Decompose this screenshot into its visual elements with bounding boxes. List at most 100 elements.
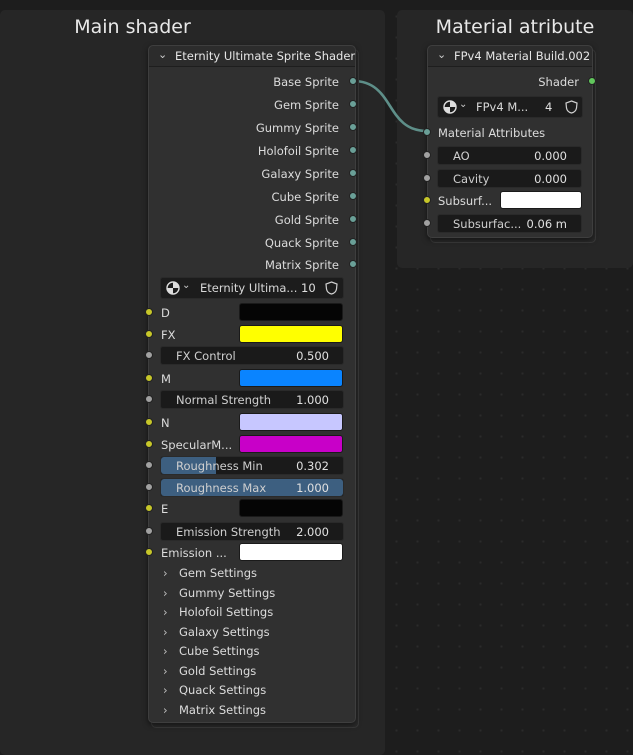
input-m-label: M [161,372,171,386]
socket-input-d[interactable] [145,308,153,316]
socket-input-material-attributes[interactable] [423,128,431,136]
group-user-count: 4 [545,100,553,114]
input-cavity-field[interactable]: Cavity 0.000 [437,169,582,188]
roughness-max-value: 1.000 [296,481,329,495]
node-tree-icon[interactable] [166,281,180,295]
panel-label: Holofoil Settings [179,605,274,619]
input-fx-control-field[interactable]: FX Control 0.500 [160,346,344,365]
node-tree-icon[interactable] [443,100,457,114]
chevron-right-icon: › [163,605,168,619]
panel-gold-settings[interactable]: › Gold Settings [163,664,256,678]
socket-input-m[interactable] [145,374,153,382]
socket-input-normal-strength[interactable] [145,395,153,403]
socket-input-emission-strength[interactable] [145,527,153,535]
input-roughness-max-slider[interactable]: Roughness Max 1.000 [160,478,344,497]
subsurface-radius-value: 0.06 m [526,217,567,231]
panel-gummy-settings[interactable]: › Gummy Settings [163,586,275,600]
socket-input-fx-control[interactable] [145,351,153,359]
panel-gem-settings[interactable]: › Gem Settings [163,566,257,580]
input-d-label: D [161,306,170,320]
panel-label: Cube Settings [179,644,260,658]
chevron-right-icon: › [163,683,168,697]
emission-strength-value: 2.000 [296,525,329,539]
input-roughness-min-slider[interactable]: Roughness Min 0.302 [160,456,344,475]
input-m-color[interactable] [239,369,343,387]
socket-output-gummy-sprite[interactable] [349,123,357,131]
collapse-chevron-icon[interactable]: ⌄ [158,48,167,61]
socket-input-ao[interactable] [423,151,431,159]
input-subsurface-color[interactable] [500,191,582,209]
panel-label: Gem Settings [179,566,258,580]
panel-matrix-settings[interactable]: › Matrix Settings [163,703,266,717]
chevron-right-icon: › [163,664,168,678]
panel-label: Quack Settings [179,683,267,697]
dropdown-chevron-icon[interactable]: ⌄ [459,99,467,110]
socket-output-holofoil-sprite[interactable] [349,146,357,154]
panel-holofoil-settings[interactable]: › Holofoil Settings [163,605,273,619]
node-header[interactable]: ⌄ Eternity Ultimate Sprite Shader [149,46,355,67]
node-fpv4-material-build[interactable]: ⌄ FPv4 Material Build.002 Shader ⌄ FPv4 … [427,45,593,238]
input-fx-label: FX [161,328,176,342]
node-group-selector[interactable]: ⌄ Eternity Ultima... 10 [160,277,344,299]
collapse-chevron-icon[interactable]: ⌄ [437,48,446,61]
node-eternity-shader[interactable]: ⌄ Eternity Ultimate Sprite Shader Base S… [148,45,356,723]
group-name[interactable]: Eternity Ultima... [200,281,297,295]
input-specular-color[interactable] [239,435,343,453]
panel-label: Galaxy Settings [179,625,270,639]
socket-input-roughness-max[interactable] [145,483,153,491]
panel-quack-settings[interactable]: › Quack Settings [163,683,266,697]
node-header[interactable]: ⌄ FPv4 Material Build.002 [428,46,592,67]
input-subsurface-radius-field[interactable]: Subsurfac... 0.06 m [437,214,582,233]
output-gold-sprite-label: Gold Sprite [274,213,339,227]
input-n-color[interactable] [239,413,343,431]
group-name[interactable]: FPv4 M... [476,100,528,114]
socket-input-fx[interactable] [145,330,153,338]
output-gem-sprite-label: Gem Sprite [274,98,339,112]
panel-cube-settings[interactable]: › Cube Settings [163,644,260,658]
input-d-color[interactable] [239,303,343,321]
fake-user-shield-icon[interactable] [325,281,338,295]
socket-input-e[interactable] [145,504,153,512]
chevron-right-icon: › [163,566,168,580]
cavity-label: Cavity [453,172,490,186]
socket-input-roughness-min[interactable] [145,461,153,469]
fx-control-label: FX Control [176,349,236,363]
chevron-right-icon: › [163,644,168,658]
input-specular-label: SpecularM... [161,438,233,452]
node-title: Eternity Ultimate Sprite Shader [175,49,356,63]
input-n-label: N [161,416,170,430]
fake-user-shield-icon[interactable] [565,100,578,114]
input-fx-color[interactable] [239,325,343,343]
input-e-color[interactable] [239,499,343,517]
input-emission-strength-field[interactable]: Emission Strength 2.000 [160,522,344,541]
socket-input-emission[interactable] [145,548,153,556]
input-normal-strength-field[interactable]: Normal Strength 1.000 [160,390,344,409]
ao-label: AO [453,149,470,163]
input-emission-label: Emission ... [161,546,227,560]
group-user-count: 10 [301,281,316,295]
socket-input-n[interactable] [145,418,153,426]
socket-output-gem-sprite[interactable] [349,100,357,108]
socket-output-matrix-sprite[interactable] [349,260,357,268]
socket-output-cube-sprite[interactable] [349,192,357,200]
node-title: FPv4 Material Build.002 [454,49,591,63]
socket-output-base-sprite[interactable] [349,77,357,85]
socket-input-cavity[interactable] [423,174,431,182]
node-group-selector[interactable]: ⌄ FPv4 M... 4 [437,96,583,118]
socket-input-subsurface-radius[interactable] [423,219,431,227]
input-emission-color[interactable] [239,543,343,561]
socket-output-shader[interactable] [588,77,596,85]
output-holofoil-sprite-label: Holofoil Sprite [257,144,339,158]
socket-output-gold-sprite[interactable] [349,215,357,223]
input-ao-field[interactable]: AO 0.000 [437,146,582,165]
panel-galaxy-settings[interactable]: › Galaxy Settings [163,625,270,639]
socket-input-specular[interactable] [145,440,153,448]
output-galaxy-sprite-label: Galaxy Sprite [261,167,339,181]
subsurface-radius-label: Subsurfac... [453,217,522,231]
panel-label: Matrix Settings [179,703,267,717]
socket-output-quack-sprite[interactable] [349,238,357,246]
dropdown-chevron-icon[interactable]: ⌄ [182,280,190,291]
socket-output-galaxy-sprite[interactable] [349,169,357,177]
roughness-max-label: Roughness Max [176,481,267,495]
socket-input-subsurface[interactable] [423,196,431,204]
